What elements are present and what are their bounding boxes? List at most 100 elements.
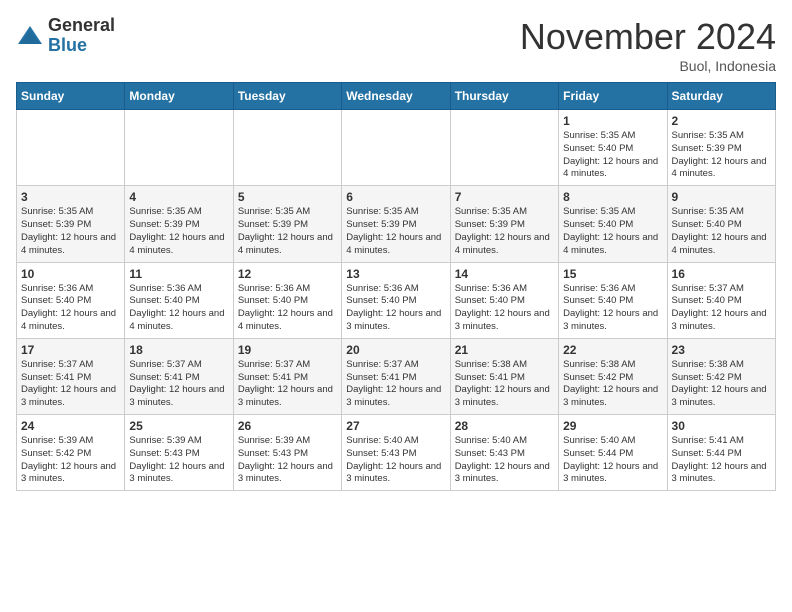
day-number: 2 — [672, 114, 771, 128]
day-number: 17 — [21, 343, 120, 357]
weekday-header-sunday: Sunday — [17, 83, 125, 110]
weekday-header-row: SundayMondayTuesdayWednesdayThursdayFrid… — [17, 83, 776, 110]
day-info: Sunrise: 5:39 AM Sunset: 5:43 PM Dayligh… — [129, 435, 228, 486]
calendar-cell: 22Sunrise: 5:38 AM Sunset: 5:42 PM Dayli… — [559, 338, 667, 414]
day-number: 9 — [672, 190, 771, 204]
calendar-cell: 6Sunrise: 5:35 AM Sunset: 5:39 PM Daylig… — [342, 186, 450, 262]
day-info: Sunrise: 5:36 AM Sunset: 5:40 PM Dayligh… — [129, 283, 228, 334]
logo-blue-text: Blue — [48, 36, 115, 56]
day-info: Sunrise: 5:40 AM Sunset: 5:43 PM Dayligh… — [346, 435, 445, 486]
calendar-cell — [125, 110, 233, 186]
logo-text: General Blue — [48, 16, 115, 56]
month-title: November 2024 — [520, 16, 776, 58]
calendar-body: 1 Sunrise: 5:35 AM Sunset: 5:40 PM Daylig… — [17, 110, 776, 491]
location: Buol, Indonesia — [520, 58, 776, 74]
day-info: Sunrise: 5:36 AM Sunset: 5:40 PM Dayligh… — [238, 283, 337, 334]
calendar-header: SundayMondayTuesdayWednesdayThursdayFrid… — [17, 83, 776, 110]
weekday-header-tuesday: Tuesday — [233, 83, 341, 110]
day-number: 11 — [129, 267, 228, 281]
calendar-cell: 16Sunrise: 5:37 AM Sunset: 5:40 PM Dayli… — [667, 262, 775, 338]
calendar-cell: 30Sunrise: 5:41 AM Sunset: 5:44 PM Dayli… — [667, 415, 775, 491]
day-info: Sunrise: 5:36 AM Sunset: 5:40 PM Dayligh… — [21, 283, 120, 334]
weekday-header-friday: Friday — [559, 83, 667, 110]
day-info: Sunrise: 5:35 AM Sunset: 5:40 PM Dayligh… — [563, 206, 662, 257]
day-info: Sunrise: 5:36 AM Sunset: 5:40 PM Dayligh… — [346, 283, 445, 334]
calendar-cell — [342, 110, 450, 186]
calendar-cell: 10 Sunrise: 5:36 AM Sunset: 5:40 PM Dayli… — [17, 262, 125, 338]
calendar-cell: 3Sunrise: 5:35 AM Sunset: 5:39 PM Daylig… — [17, 186, 125, 262]
day-info: Sunrise: 5:35 AM Sunset: 5:39 PM Dayligh… — [238, 206, 337, 257]
logo: General Blue — [16, 16, 115, 56]
day-number: 18 — [129, 343, 228, 357]
day-info: Sunrise: 5:38 AM Sunset: 5:41 PM Dayligh… — [455, 359, 554, 410]
logo-icon — [16, 22, 44, 50]
day-info: Sunrise: 5:35 AM Sunset: 5:39 PM Dayligh… — [346, 206, 445, 257]
calendar-cell: 2Sunrise: 5:35 AM Sunset: 5:39 PM Daylig… — [667, 110, 775, 186]
calendar-cell: 7Sunrise: 5:35 AM Sunset: 5:39 PM Daylig… — [450, 186, 558, 262]
day-number: 5 — [238, 190, 337, 204]
day-number: 30 — [672, 419, 771, 433]
calendar-cell: 21Sunrise: 5:38 AM Sunset: 5:41 PM Dayli… — [450, 338, 558, 414]
calendar-cell: 24 Sunrise: 5:39 AM Sunset: 5:42 PM Dayli… — [17, 415, 125, 491]
calendar-cell: 5 Sunrise: 5:35 AM Sunset: 5:39 PM Daylig… — [233, 186, 341, 262]
calendar-week-row: 24 Sunrise: 5:39 AM Sunset: 5:42 PM Dayli… — [17, 415, 776, 491]
day-info: Sunrise: 5:38 AM Sunset: 5:42 PM Dayligh… — [563, 359, 662, 410]
calendar-cell: 4 Sunrise: 5:35 AM Sunset: 5:39 PM Daylig… — [125, 186, 233, 262]
day-number: 16 — [672, 267, 771, 281]
calendar-cell: 23 Sunrise: 5:38 AM Sunset: 5:42 PM Dayli… — [667, 338, 775, 414]
weekday-header-wednesday: Wednesday — [342, 83, 450, 110]
day-number: 8 — [563, 190, 662, 204]
day-info: Sunrise: 5:35 AM Sunset: 5:39 PM Dayligh… — [129, 206, 228, 257]
calendar-cell: 8 Sunrise: 5:35 AM Sunset: 5:40 PM Daylig… — [559, 186, 667, 262]
calendar-cell: 14 Sunrise: 5:36 AM Sunset: 5:40 PM Dayli… — [450, 262, 558, 338]
day-info: Sunrise: 5:37 AM Sunset: 5:41 PM Dayligh… — [238, 359, 337, 410]
calendar-cell: 12 Sunrise: 5:36 AM Sunset: 5:40 PM Dayli… — [233, 262, 341, 338]
day-number: 14 — [455, 267, 554, 281]
calendar-cell: 19Sunrise: 5:37 AM Sunset: 5:41 PM Dayli… — [233, 338, 341, 414]
calendar-cell: 26 Sunrise: 5:39 AM Sunset: 5:43 PM Dayli… — [233, 415, 341, 491]
day-number: 28 — [455, 419, 554, 433]
day-info: Sunrise: 5:40 AM Sunset: 5:43 PM Dayligh… — [455, 435, 554, 486]
day-info: Sunrise: 5:38 AM Sunset: 5:42 PM Dayligh… — [672, 359, 771, 410]
day-number: 12 — [238, 267, 337, 281]
day-number: 15 — [563, 267, 662, 281]
page-header: General Blue November 2024 Buol, Indones… — [16, 16, 776, 74]
day-number: 1 — [563, 114, 662, 128]
calendar-cell — [17, 110, 125, 186]
day-number: 25 — [129, 419, 228, 433]
day-info: Sunrise: 5:37 AM Sunset: 5:41 PM Dayligh… — [346, 359, 445, 410]
day-info: Sunrise: 5:39 AM Sunset: 5:42 PM Dayligh… — [21, 435, 120, 486]
calendar-cell: 27 Sunrise: 5:40 AM Sunset: 5:43 PM Dayli… — [342, 415, 450, 491]
day-number: 24 — [21, 419, 120, 433]
calendar-cell: 20 Sunrise: 5:37 AM Sunset: 5:41 PM Dayli… — [342, 338, 450, 414]
day-number: 3 — [21, 190, 120, 204]
day-info: Sunrise: 5:39 AM Sunset: 5:43 PM Dayligh… — [238, 435, 337, 486]
weekday-header-thursday: Thursday — [450, 83, 558, 110]
day-number: 27 — [346, 419, 445, 433]
calendar-cell: 15 Sunrise: 5:36 AM Sunset: 5:40 PM Dayli… — [559, 262, 667, 338]
day-number: 10 — [21, 267, 120, 281]
calendar-week-row: 1Sunrise: 5:35 AM Sunset: 5:40 PM Daylig… — [17, 110, 776, 186]
day-number: 20 — [346, 343, 445, 357]
day-number: 23 — [672, 343, 771, 357]
day-number: 4 — [129, 190, 228, 204]
calendar-cell: 9Sunrise: 5:35 AM Sunset: 5:40 PM Daylig… — [667, 186, 775, 262]
calendar-table: SundayMondayTuesdayWednesdayThursdayFrid… — [16, 82, 776, 491]
day-info: Sunrise: 5:36 AM Sunset: 5:40 PM Dayligh… — [455, 283, 554, 334]
calendar-cell — [233, 110, 341, 186]
calendar-cell: 18 Sunrise: 5:37 AM Sunset: 5:41 PM Dayli… — [125, 338, 233, 414]
day-info: Sunrise: 5:40 AM Sunset: 5:44 PM Dayligh… — [563, 435, 662, 486]
weekday-header-saturday: Saturday — [667, 83, 775, 110]
day-number: 7 — [455, 190, 554, 204]
calendar-week-row: 17 Sunrise: 5:37 AM Sunset: 5:41 PM Dayli… — [17, 338, 776, 414]
calendar-cell: 1Sunrise: 5:35 AM Sunset: 5:40 PM Daylig… — [559, 110, 667, 186]
calendar-cell: 29Sunrise: 5:40 AM Sunset: 5:44 PM Dayli… — [559, 415, 667, 491]
calendar-cell: 11 Sunrise: 5:36 AM Sunset: 5:40 PM Dayli… — [125, 262, 233, 338]
day-info: Sunrise: 5:37 AM Sunset: 5:41 PM Dayligh… — [21, 359, 120, 410]
calendar-cell: 17 Sunrise: 5:37 AM Sunset: 5:41 PM Dayli… — [17, 338, 125, 414]
day-info: Sunrise: 5:36 AM Sunset: 5:40 PM Dayligh… — [563, 283, 662, 334]
day-info: Sunrise: 5:37 AM Sunset: 5:41 PM Dayligh… — [129, 359, 228, 410]
logo-general-text: General — [48, 16, 115, 36]
calendar-cell: 25 Sunrise: 5:39 AM Sunset: 5:43 PM Dayli… — [125, 415, 233, 491]
day-number: 26 — [238, 419, 337, 433]
